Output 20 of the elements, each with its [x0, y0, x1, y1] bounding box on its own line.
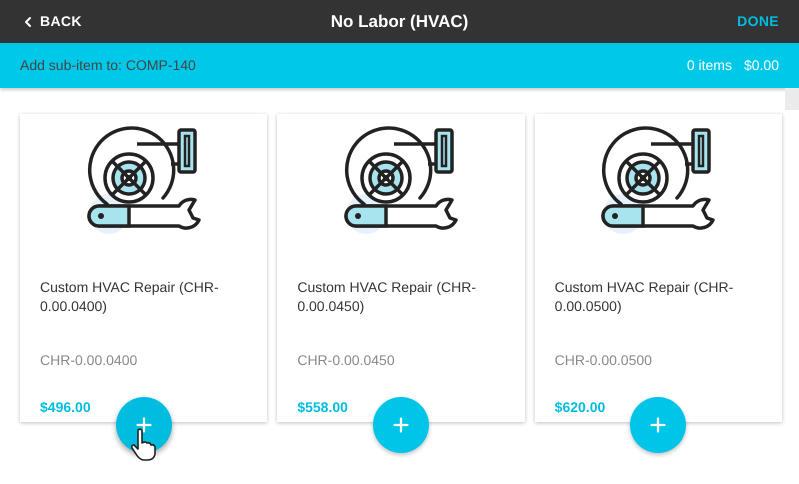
- item-price: $620.00: [554, 398, 606, 417]
- total-amount: $0.00: [744, 56, 779, 75]
- scrollbar[interactable]: [785, 88, 799, 110]
- page-title: No Labor (HVAC): [330, 10, 468, 33]
- item-code: CHR-0.00.0500: [554, 351, 653, 370]
- item-count: 0 items: [686, 56, 732, 75]
- done-button[interactable]: DONE: [737, 11, 779, 32]
- sub-item-label: Add sub-item to: COMP-140: [20, 56, 196, 75]
- item-card[interactable]: Custom HVAC Repair (CHR-0.00.0400) CHR-0.00.0400 $496.00: [20, 114, 268, 422]
- item-price: $558.00: [297, 398, 349, 417]
- item-name: Custom HVAC Repair (CHR-0.00.0450): [297, 278, 477, 316]
- pointer-cursor-icon: [130, 428, 158, 462]
- item-name: Custom HVAC Repair (CHR-0.00.0400): [40, 278, 220, 316]
- item-code: CHR-0.00.0400: [40, 351, 138, 370]
- item-code: CHR-0.00.0450: [297, 351, 396, 370]
- item-name: Custom HVAC Repair (CHR-0.00.0500): [554, 278, 734, 316]
- item-card[interactable]: Custom HVAC Repair (CHR-0.00.0500) CHR-0.00.0500 $620.00: [534, 114, 782, 422]
- item-card[interactable]: Custom HVAC Repair (CHR-0.00.0450) CHR-0.00.0450 $558.00: [277, 114, 525, 422]
- back-button[interactable]: BACK: [20, 11, 82, 32]
- item-price: $496.00: [40, 398, 92, 417]
